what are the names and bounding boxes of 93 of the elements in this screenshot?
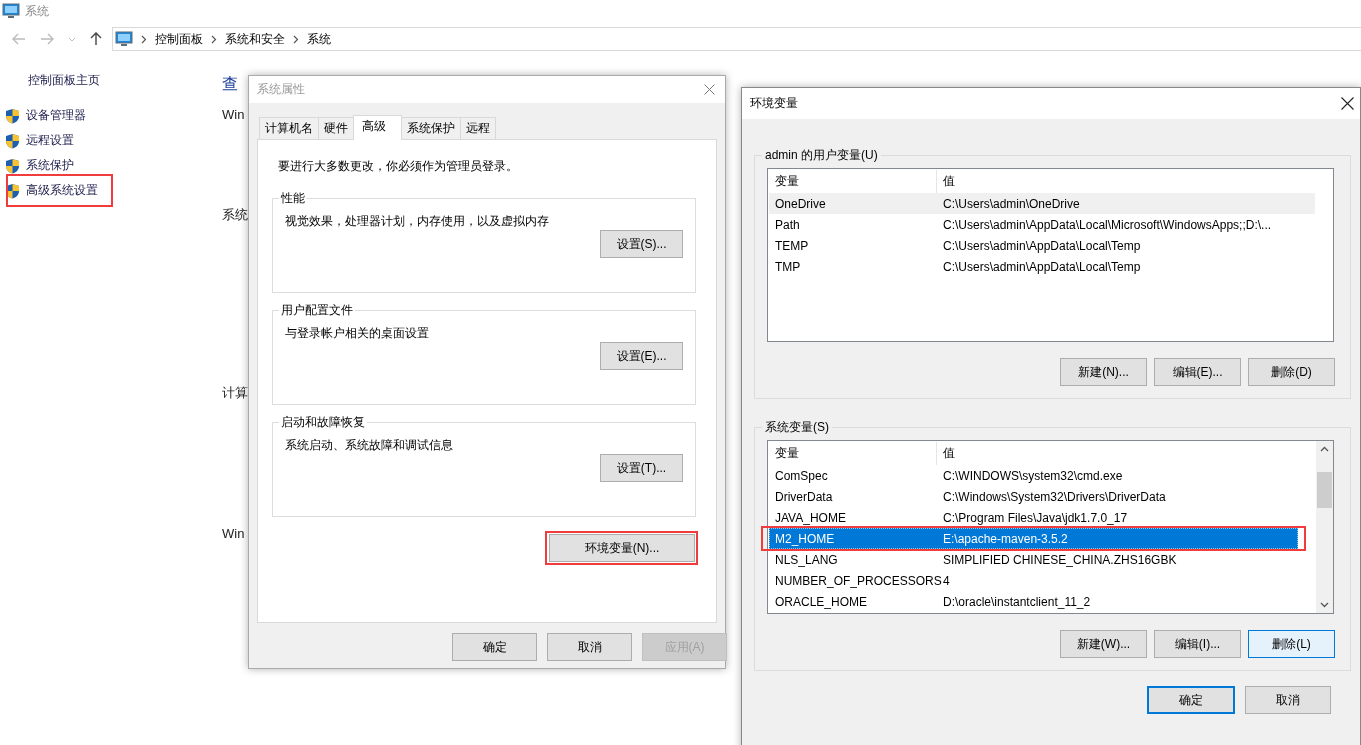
table-cell-text: C:\Users\admin\AppData\Local\Temp — [942, 238, 1141, 253]
table-cell-text: TMP — [774, 259, 802, 274]
table-cell-text: NLS_LANG — [774, 552, 839, 567]
list-row[interactable]: NLS_LANG SIMPLIFIED CHINESE_CHINA.ZHS16GBK — [769, 549, 1298, 570]
group-title: 系统变量(S) — [764, 419, 830, 436]
sidebar-link[interactable]: 高级系统设置 — [26, 182, 98, 199]
breadcrumb-link[interactable]: 系统 — [307, 30, 331, 48]
list-row[interactable]: TMP C:\Users\admin\AppData\Local\Temp — [769, 256, 1315, 277]
group-title: 用户配置文件 — [280, 302, 354, 319]
section-title: 系统 — [222, 206, 248, 224]
shield-icon — [5, 107, 20, 124]
shield-icon — [5, 132, 20, 149]
table-cell-text: ORACLE_HOME — [774, 594, 869, 609]
dialog-button[interactable]: 取消 — [1245, 686, 1331, 714]
table-cell-text: E:\apache-maven-3.5.2 — [942, 531, 1068, 546]
table-cell-text: C:\Users\admin\AppData\Local\Microsoft\WindowsApps;;D:\... — [942, 217, 1272, 232]
table-cell-text: D:\oracle\instantclient_11_2 — [942, 594, 1091, 609]
column-header[interactable]: 值 — [937, 442, 955, 465]
sidebar-link[interactable]: 系统保护 — [26, 157, 74, 174]
list-action-button[interactable]: 删除(L) — [1248, 630, 1335, 658]
dialog-button[interactable]: 确定 — [1147, 686, 1235, 714]
breadcrumb-link[interactable]: 控制面板 — [155, 30, 203, 48]
environment-variables-button[interactable]: 环境变量(N)... — [549, 534, 695, 562]
table-cell-text: TEMP — [774, 238, 810, 253]
table-cell-text: C:\WINDOWS\system32\cmd.exe — [942, 468, 1123, 483]
dialog-button[interactable]: 取消 — [547, 633, 632, 661]
settings-button[interactable]: 设置(E)... — [600, 342, 683, 370]
list-row[interactable]: NUMBER_OF_PROCESSORS4 — [769, 570, 1298, 591]
table-cell-text: Path — [774, 217, 801, 232]
dialog-title: 系统属性 — [257, 81, 305, 98]
column-header[interactable]: 值 — [937, 170, 955, 193]
chevron-icon — [293, 34, 299, 44]
list-row[interactable]: Path C:\Users\admin\AppData\Local\Microsoft\WindowsApps;;D:\... — [769, 214, 1315, 235]
computer-icon — [115, 31, 133, 47]
dialog-title: 环境变量 — [750, 95, 798, 112]
table-cell-text: C:\Windows\System32\Drivers\DriverData — [942, 489, 1166, 504]
table-cell-text: C:\Program Files\Java\jdk1.7.0_17 — [942, 510, 1128, 525]
list-row[interactable]: ComSpec C:\WINDOWS\system32\cmd.exe — [769, 465, 1298, 486]
list-row[interactable]: OneDrive C:\Users\admin\OneDrive — [769, 193, 1315, 214]
group-title: 启动和故障恢复 — [280, 414, 366, 431]
sidebar-link[interactable]: 控制面板主页 — [28, 72, 222, 89]
tab[interactable]: 计算机名 — [259, 117, 319, 139]
scrollbar[interactable] — [1316, 441, 1333, 613]
list-row[interactable]: JAVA_HOME C:\Program Files\Java\jdk1.7.0_17 — [769, 507, 1298, 528]
tab[interactable]: 高级 — [353, 115, 402, 140]
list-row[interactable]: TEMP C:\Users\admin\AppData\Local\Temp — [769, 235, 1315, 256]
list-action-button[interactable]: 编辑(E)... — [1154, 358, 1241, 386]
group-description: 与登录帐户相关的桌面设置 — [285, 325, 430, 342]
table-cell-text: C:\Users\admin\AppData\Local\Temp — [942, 259, 1141, 274]
close-icon[interactable] — [1341, 97, 1354, 110]
scroll-up-icon[interactable] — [1320, 446, 1329, 452]
settings-button[interactable]: 设置(T)... — [600, 454, 683, 482]
group-title: 性能 — [280, 190, 306, 207]
chevron-icon — [141, 34, 147, 44]
column-header[interactable]: 变量 — [769, 442, 937, 465]
table-cell-text: SIMPLIFIED CHINESE_CHINA.ZHS16GBK — [942, 552, 1177, 567]
breadcrumb-link[interactable]: 系统和安全 — [225, 30, 285, 48]
table-cell-text: C:\Users\admin\OneDrive — [942, 196, 1080, 211]
list-row[interactable]: ORACLE_HOME D:\oracle\instantclient_11_2 — [769, 591, 1298, 612]
table-cell-text: DriverData — [774, 489, 834, 504]
group-description: 视觉效果，处理器计划，内存使用，以及虚拟内存 — [285, 213, 550, 230]
shield-icon — [5, 182, 20, 199]
group-description: 系统启动、系统故障和调试信息 — [285, 437, 454, 454]
list-action-button[interactable]: 新建(N)... — [1060, 358, 1147, 386]
window-title: 系统 — [25, 2, 49, 20]
list-action-button[interactable]: 删除(D) — [1248, 358, 1335, 386]
table-cell-text: ComSpec — [774, 468, 829, 483]
scroll-down-icon[interactable] — [1320, 602, 1329, 608]
notice-text: 要进行大多数更改，你必须作为管理员登录。 — [278, 158, 519, 175]
list-action-button[interactable]: 新建(W)... — [1060, 630, 1147, 658]
list-row[interactable]: DriverData C:\Windows\System32\Drivers\DriverData — [769, 486, 1298, 507]
chevron-icon — [211, 34, 217, 44]
group-title: admin 的用户变量(U) — [764, 147, 879, 164]
table-cell-text: JAVA_HOME — [774, 510, 847, 525]
dialog-button[interactable]: 确定 — [452, 633, 537, 661]
table-cell-text: OneDrive — [774, 196, 827, 211]
table-cell-text: 4 — [942, 573, 950, 588]
section-title: Win — [222, 526, 246, 541]
tab[interactable]: 远程 — [460, 117, 496, 139]
list-action-button[interactable]: 编辑(I)... — [1154, 630, 1241, 658]
settings-button[interactable]: 设置(S)... — [600, 230, 683, 258]
shield-icon — [5, 157, 20, 174]
scroll-thumb[interactable] — [1317, 472, 1332, 508]
section-title: 计算 — [222, 384, 248, 402]
page-heading: 查 — [222, 74, 239, 94]
sidebar-link[interactable]: 设备管理器 — [26, 107, 86, 124]
address-bar[interactable]: 控制面板 系统和安全 系统 — [112, 27, 1361, 51]
table-cell-text: M2_HOME — [774, 531, 836, 546]
sidebar-link[interactable]: 远程设置 — [26, 132, 74, 149]
list-row[interactable]: M2_HOME E:\apache-maven-3.5.2 — [769, 528, 1298, 549]
section-title: Win — [222, 107, 246, 122]
computer-icon — [2, 3, 20, 19]
up-arrow-icon[interactable] — [90, 32, 102, 46]
